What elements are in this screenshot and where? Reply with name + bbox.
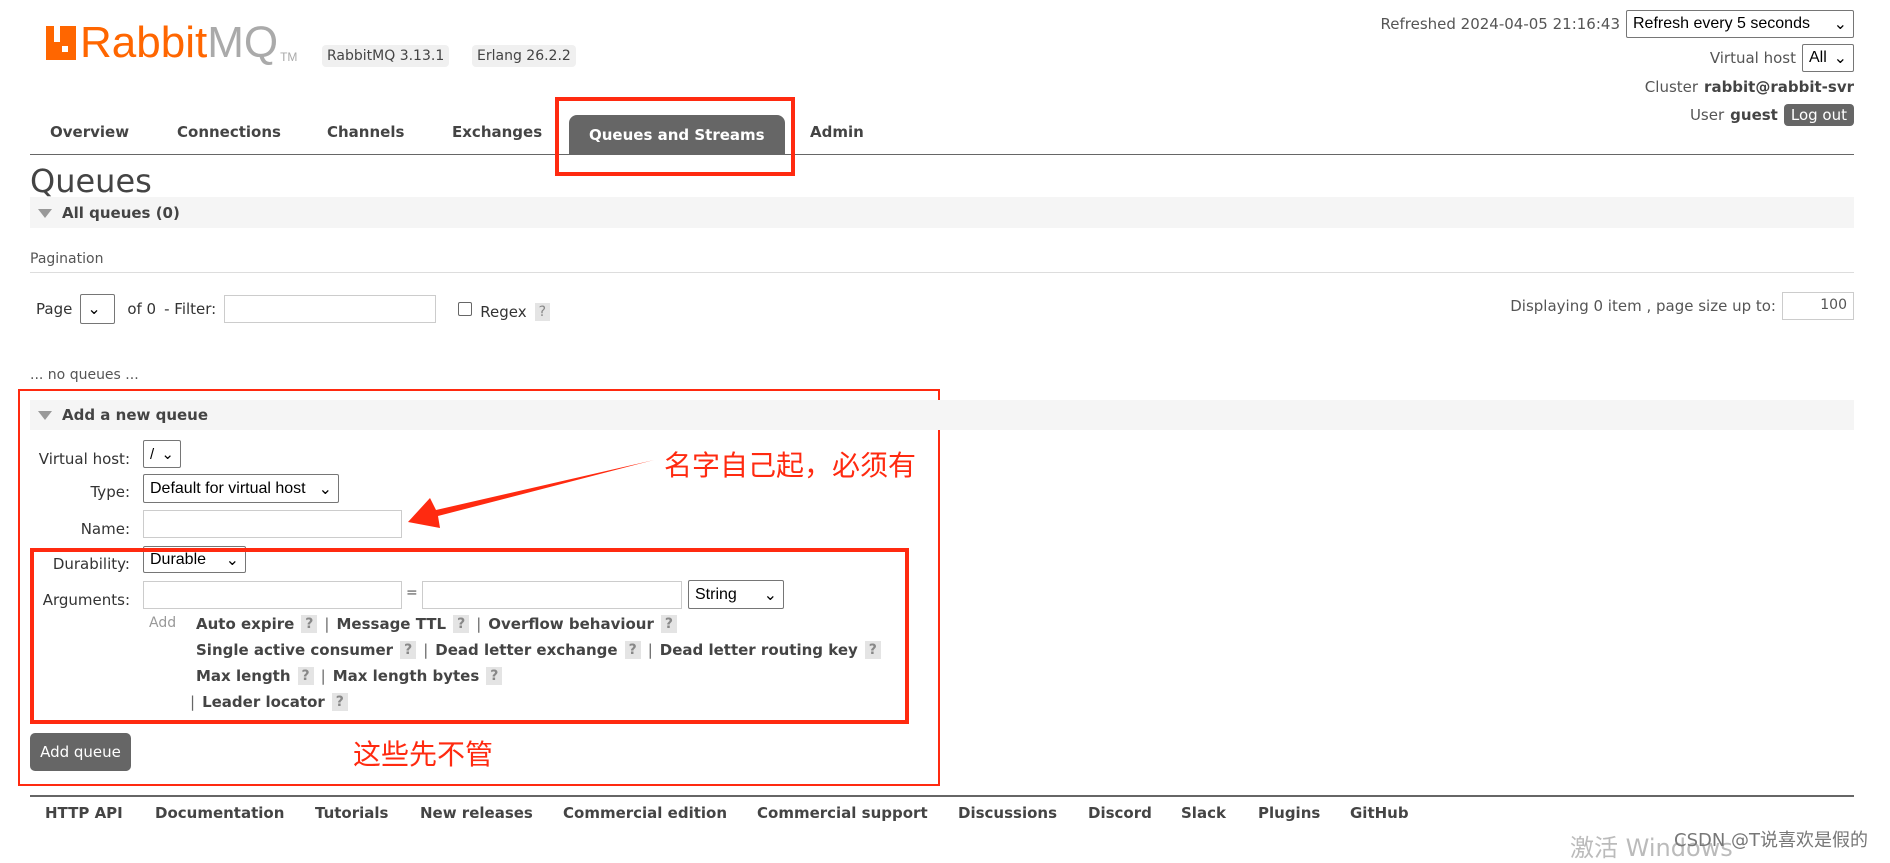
footer-link-documentation[interactable]: Documentation — [155, 804, 284, 822]
annotation-arrow-icon — [408, 460, 654, 528]
name-label: Name: — [80, 520, 130, 538]
user-name: guest — [1730, 106, 1778, 124]
page-of: of 0 — [127, 300, 157, 318]
user-label: User — [1689, 106, 1725, 124]
name-input[interactable] — [143, 510, 402, 538]
tab-admin[interactable]: Admin — [810, 123, 864, 141]
footer-link-tutorials[interactable]: Tutorials — [315, 804, 388, 822]
footer-link-plugins[interactable]: Plugins — [1258, 804, 1320, 822]
footer-link-discussions[interactable]: Discussions — [958, 804, 1057, 822]
page-title: Queues — [30, 162, 152, 200]
no-queues-text: ... no queues ... — [30, 367, 139, 383]
footer-divider — [30, 795, 1854, 797]
annotation-args-note: 这些先不管 — [353, 738, 494, 771]
version-badge: RabbitMQ 3.13.1 — [322, 45, 450, 67]
cluster-name: rabbit@rabbit-svr — [1704, 78, 1854, 96]
page-size-input[interactable]: 100 — [1782, 292, 1854, 320]
csdn-watermark: CSDN @T说喜欢是假的 — [1674, 830, 1869, 851]
chevron-down-icon: ⌄ — [161, 446, 174, 463]
pagination-divider — [30, 272, 1854, 273]
regex-checkbox[interactable] — [458, 302, 473, 316]
footer-link-http-api[interactable]: HTTP API — [45, 804, 123, 822]
add-queue-button[interactable]: Add queue — [30, 733, 131, 771]
vhost-field-label: Virtual host: — [38, 450, 130, 468]
footer-link-slack[interactable]: Slack — [1181, 804, 1226, 822]
footer-link-discord[interactable]: Discord — [1088, 804, 1152, 822]
type-label: Type: — [90, 483, 130, 501]
regex-label: Regex — [480, 303, 527, 321]
tab-connections[interactable]: Connections — [177, 123, 281, 141]
pagination-heading: Pagination — [30, 251, 104, 267]
chevron-down-icon: ⌄ — [318, 480, 332, 498]
filter-label: - Filter: — [164, 300, 217, 318]
type-select[interactable]: Default for virtual host ⌄ — [143, 474, 339, 503]
footer-link-commercial-support[interactable]: Commercial support — [757, 804, 928, 822]
tab-overview[interactable]: Overview — [50, 123, 129, 141]
filter-input[interactable] — [224, 295, 437, 323]
vhost-select[interactable]: All ⌄ — [1802, 44, 1854, 72]
cluster-label: Cluster — [1644, 78, 1699, 96]
all-queues-toggle[interactable]: All queues (0) — [30, 197, 1854, 228]
footer-link-commercial-edition[interactable]: Commercial edition — [563, 804, 727, 822]
highlight-box-tab — [555, 97, 795, 176]
footer-link-github[interactable]: GitHub — [1350, 804, 1409, 822]
nav-divider — [30, 154, 1854, 155]
vhost-field-select[interactable]: / ⌄ — [143, 440, 181, 468]
arrow-shape — [408, 460, 654, 528]
logout-button[interactable]: Log out — [1783, 104, 1854, 126]
rabbitmq-logo[interactable]: Rabbit MQ TM — [46, 21, 297, 65]
regex-help-icon[interactable]: ? — [534, 303, 551, 321]
erlang-badge: Erlang 26.2.2 — [472, 45, 576, 67]
vhost-label: Virtual host — [1709, 49, 1796, 67]
footer-link-new-releases[interactable]: New releases — [420, 804, 533, 822]
tab-exchanges[interactable]: Exchanges — [452, 123, 542, 141]
add-queue-toggle[interactable]: Add a new queue — [30, 400, 1854, 430]
refresh-select[interactable]: Refresh every 5 seconds ⌄ — [1626, 10, 1854, 38]
refreshed-text: Refreshed 2024-04-05 21:16:43 — [1380, 15, 1620, 33]
chevron-down-icon: ⌄ — [87, 301, 101, 318]
highlight-box-arguments — [30, 548, 909, 724]
chevron-down-icon: ⌄ — [1833, 50, 1847, 67]
displaying-text: Displaying 0 item , page size up to: — [1510, 297, 1776, 315]
annotation-name-note: 名字自己起，必须有 — [664, 449, 917, 482]
chevron-down-icon: ⌄ — [1833, 16, 1847, 33]
rabbit-logo-icon — [46, 26, 76, 60]
page-label: Page — [36, 300, 73, 318]
page-select[interactable]: ⌄ — [80, 294, 116, 324]
tab-channels[interactable]: Channels — [327, 123, 404, 141]
